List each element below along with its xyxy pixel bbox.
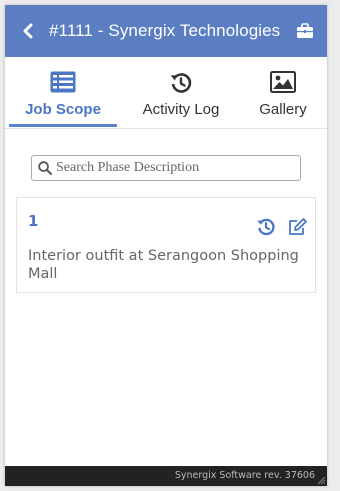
history-icon	[257, 218, 275, 236]
active-tab-indicator	[9, 124, 117, 127]
phase-number: 1	[28, 212, 39, 230]
job-panel: #1111 - Synergix Technologies Job Scope	[5, 5, 327, 486]
footer-bar: Synergix Software rev. 37606	[5, 466, 327, 486]
page-title: #1111 - Synergix Technologies	[49, 21, 281, 40]
tab-label: Gallery	[259, 101, 307, 118]
phase-history-button[interactable]	[256, 217, 276, 237]
phase-edit-button[interactable]	[288, 217, 308, 237]
back-button[interactable]	[13, 5, 43, 57]
tab-activity-log[interactable]: Activity Log	[127, 57, 235, 129]
chevron-left-icon	[23, 23, 33, 39]
search-input[interactable]	[56, 157, 300, 179]
image-icon	[270, 71, 296, 93]
tab-bar: Job Scope Activity Log Gallery	[5, 57, 327, 129]
tab-gallery[interactable]: Gallery	[229, 57, 337, 129]
history-icon	[170, 73, 192, 93]
tab-job-scope[interactable]: Job Scope	[9, 57, 117, 129]
briefcase-icon	[297, 23, 313, 38]
phase-description: Interior outfit at Serangoon Shopping Ma…	[28, 248, 299, 282]
tab-label: Activity Log	[142, 101, 220, 118]
search-icon	[38, 161, 52, 175]
phase-card[interactable]: 1 Interior outfit at Serangoon Shopping …	[16, 197, 316, 293]
tab-label: Job Scope	[25, 101, 101, 118]
version-text: Synergix Software rev. 37606	[174, 470, 315, 481]
resize-grip-icon[interactable]	[316, 475, 326, 485]
search-box	[31, 155, 301, 181]
briefcase-button[interactable]	[295, 21, 315, 41]
list-icon	[50, 71, 76, 93]
edit-icon	[289, 218, 307, 235]
app-header: #1111 - Synergix Technologies	[5, 5, 327, 57]
